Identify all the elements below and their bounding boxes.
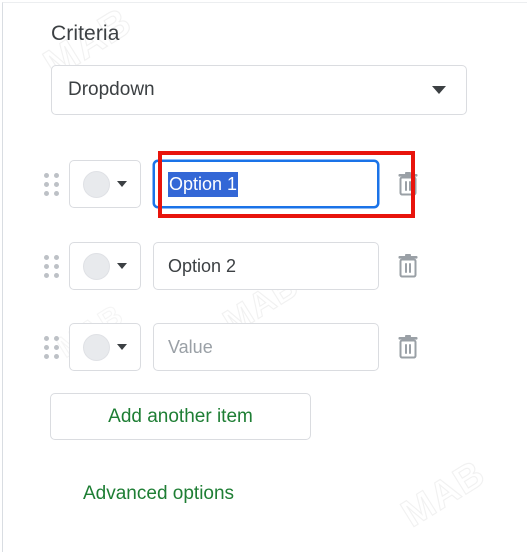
trash-icon[interactable] (395, 333, 421, 361)
color-circle-icon (83, 333, 110, 361)
chevron-down-icon (117, 181, 127, 187)
color-circle-icon (83, 170, 110, 198)
criteria-label: Criteria (51, 22, 120, 45)
chevron-down-icon (432, 86, 446, 94)
color-circle-icon (83, 252, 110, 280)
option-color-picker[interactable] (69, 242, 141, 290)
trash-icon[interactable] (395, 170, 421, 198)
option-value-text: Option 1 (168, 171, 239, 197)
drag-handle-icon[interactable] (43, 171, 59, 197)
chevron-down-icon (117, 344, 127, 350)
option-color-picker[interactable] (69, 160, 141, 208)
option-value-text: Option 2 (168, 255, 237, 276)
advanced-options-button[interactable]: Advanced options (83, 483, 234, 505)
option-color-picker[interactable] (69, 323, 141, 371)
trash-icon[interactable] (395, 252, 421, 280)
option-value-input[interactable]: Value (153, 323, 379, 371)
criteria-panel: MAB MAB MAB MAB Criteria Dropdown Option… (2, 2, 527, 552)
criteria-type-select[interactable]: Dropdown (51, 65, 467, 115)
drag-handle-icon[interactable] (43, 334, 59, 360)
drag-handle-icon[interactable] (43, 253, 59, 279)
watermark: MAB (394, 452, 493, 536)
option-value-placeholder: Value (168, 336, 213, 357)
option-row: Option 2 (43, 238, 493, 294)
option-value-input[interactable]: Option 2 (153, 242, 379, 290)
option-value-input[interactable]: Option 1 (153, 160, 379, 208)
criteria-type-value: Dropdown (68, 79, 155, 100)
option-row: Value (43, 319, 493, 375)
option-row: Option 1 (43, 156, 493, 212)
chevron-down-icon (117, 263, 127, 269)
add-another-item-button[interactable]: Add another item (50, 393, 311, 440)
